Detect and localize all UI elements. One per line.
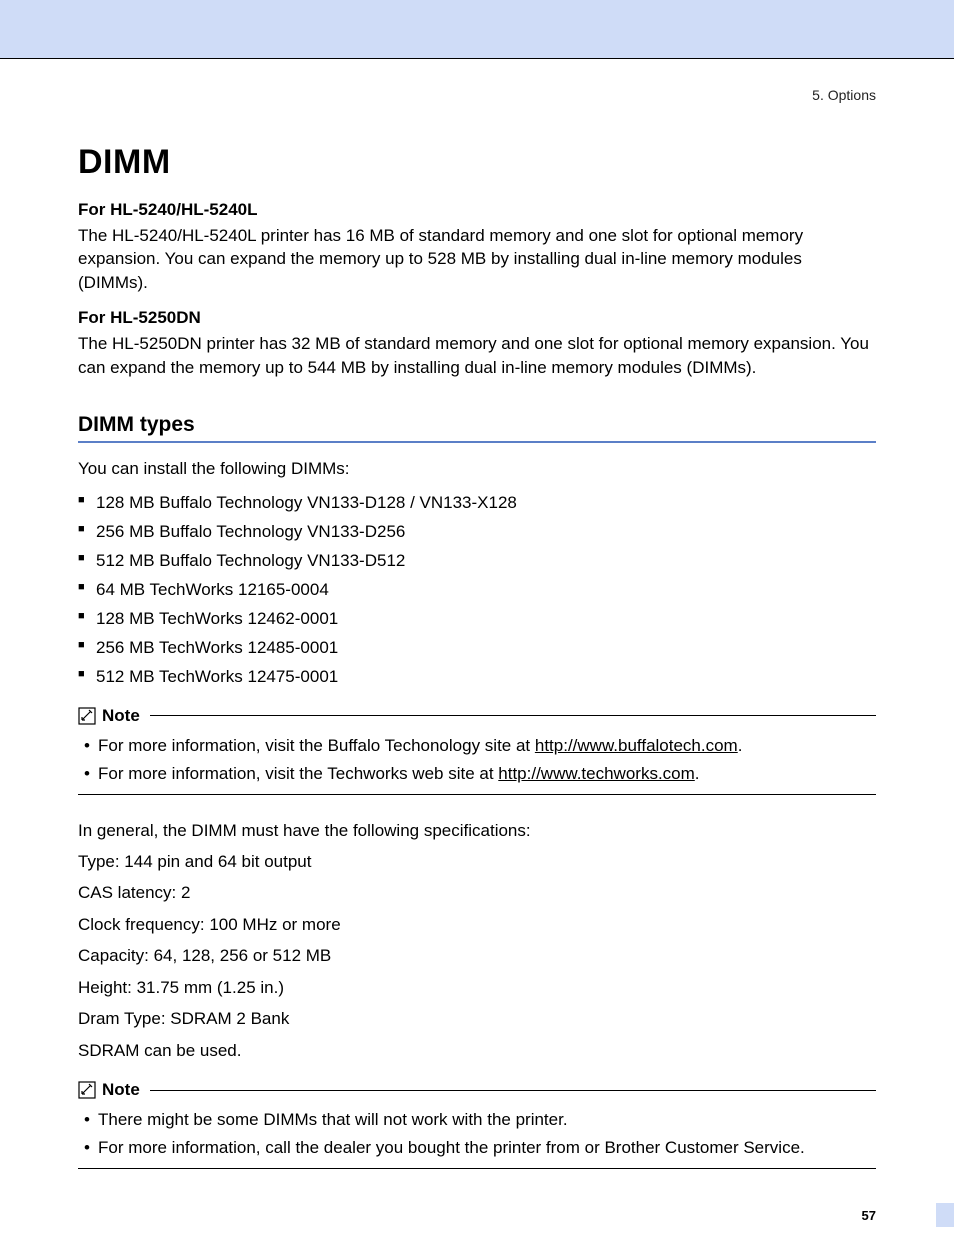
note1-item-post: . <box>695 764 700 783</box>
specs-block: In general, the DIMM must have the follo… <box>78 815 876 1067</box>
list-item: 64 MB TechWorks 12165-0004 <box>78 576 876 605</box>
list-item: 256 MB TechWorks 12485-0001 <box>78 634 876 663</box>
model2-body: The HL-5250DN printer has 32 MB of stand… <box>78 332 876 379</box>
note1-label: Note <box>102 706 140 726</box>
section-heading: DIMM types <box>78 413 876 437</box>
content-area: 5. Options DIMM For HL-5240/HL-5240L The… <box>0 87 954 1169</box>
note2-list: There might be some DIMMs that will not … <box>78 1106 876 1162</box>
specs-intro: In general, the DIMM must have the follo… <box>78 815 876 846</box>
note1-rule <box>150 715 876 716</box>
techworks-link[interactable]: http://www.techworks.com <box>498 764 695 783</box>
model1-body: The HL-5240/HL-5240L printer has 16 MB o… <box>78 224 876 294</box>
list-item: 128 MB TechWorks 12462-0001 <box>78 605 876 634</box>
note1-item-pre: For more information, visit the Buffalo … <box>98 736 535 755</box>
dimm-intro: You can install the following DIMMs: <box>78 459 876 479</box>
spec-line: CAS latency: 2 <box>78 877 876 908</box>
model2-heading: For HL-5250DN <box>78 308 876 328</box>
note1-item-pre: For more information, visit the Techwork… <box>98 764 498 783</box>
note2-label: Note <box>102 1080 140 1100</box>
note-icon <box>78 1081 96 1099</box>
note2-header: Note <box>78 1080 876 1100</box>
spec-line: Height: 31.75 mm (1.25 in.) <box>78 972 876 1003</box>
list-item: 512 MB Buffalo Technology VN133-D512 <box>78 547 876 576</box>
top-band <box>0 0 954 58</box>
spec-line: Capacity: 64, 128, 256 or 512 MB <box>78 940 876 971</box>
section-rule <box>78 441 876 443</box>
list-item: 512 MB TechWorks 12475-0001 <box>78 663 876 692</box>
note2-bottom-rule <box>78 1168 876 1169</box>
breadcrumb: 5. Options <box>78 87 876 103</box>
note1-item: For more information, visit the Techwork… <box>78 760 876 788</box>
spec-line: Dram Type: SDRAM 2 Bank <box>78 1003 876 1034</box>
page: 5. Options DIMM For HL-5240/HL-5240L The… <box>0 58 954 1249</box>
spec-line: Clock frequency: 100 MHz or more <box>78 909 876 940</box>
note1-header: Note <box>78 706 876 726</box>
list-item: 128 MB Buffalo Technology VN133-D128 / V… <box>78 489 876 518</box>
note1-item-post: . <box>738 736 743 755</box>
note1-item: For more information, visit the Buffalo … <box>78 732 876 760</box>
note2-item: There might be some DIMMs that will not … <box>78 1106 876 1134</box>
list-item: 256 MB Buffalo Technology VN133-D256 <box>78 518 876 547</box>
page-number: 57 <box>862 1208 876 1223</box>
note2-rule <box>150 1090 876 1091</box>
thumb-tab <box>936 1203 954 1227</box>
buffalo-link[interactable]: http://www.buffalotech.com <box>535 736 738 755</box>
model1-heading: For HL-5240/HL-5240L <box>78 200 876 220</box>
note1-list: For more information, visit the Buffalo … <box>78 732 876 788</box>
note1-bottom-rule <box>78 794 876 795</box>
spec-line: SDRAM can be used. <box>78 1035 876 1066</box>
note2-item: For more information, call the dealer yo… <box>78 1134 876 1162</box>
page-title: DIMM <box>78 143 876 182</box>
note-icon <box>78 707 96 725</box>
dimm-list: 128 MB Buffalo Technology VN133-D128 / V… <box>78 489 876 691</box>
spec-line: Type: 144 pin and 64 bit output <box>78 846 876 877</box>
